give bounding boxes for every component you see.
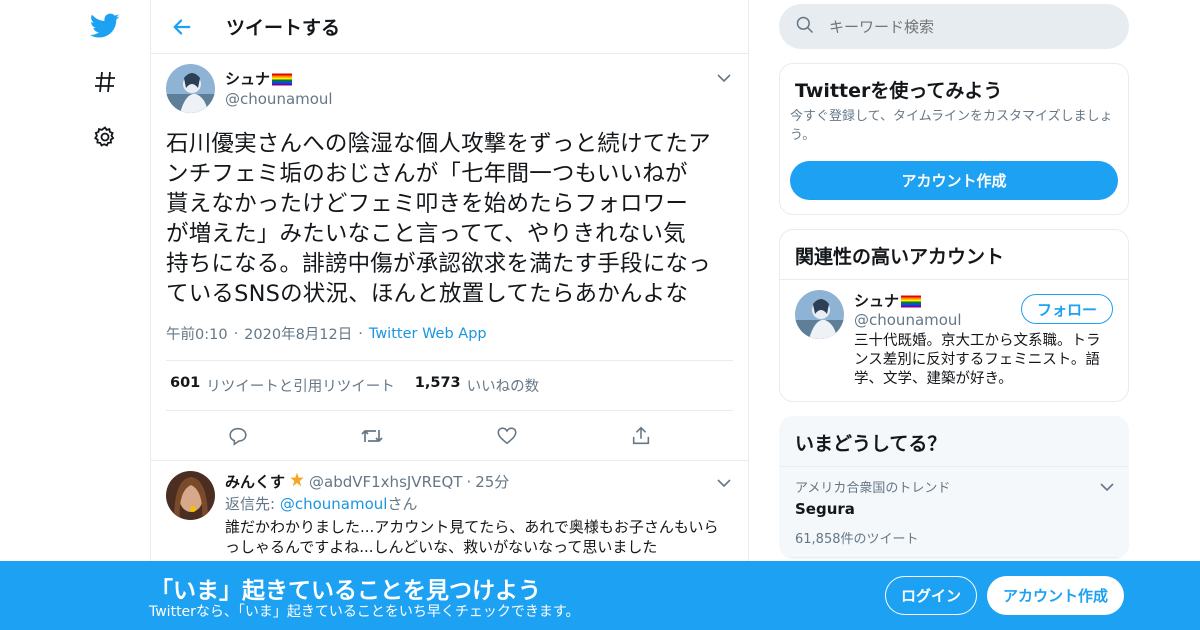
tweet-time[interactable]: 午前0:10 [166, 323, 228, 344]
reply-time[interactable]: 25分 [475, 471, 509, 492]
like-heart-icon[interactable] [490, 419, 524, 453]
related-accounts-title: 関連性の高いアカウント [780, 230, 1128, 280]
tweet-source[interactable]: Twitter Web App [369, 326, 487, 342]
trends-card: いまどうしてる？ アメリカ合衆国のトレンド Segura 61,858件のツイー… [779, 416, 1129, 559]
retweet-stat[interactable]: 601 リツイートと引用リツイート [170, 375, 395, 396]
reply-to-suffix: さん [387, 495, 418, 513]
like-label: いいねの数 [466, 379, 540, 395]
related-account-name: シュナ [854, 292, 900, 310]
related-account[interactable]: シュナ @chounamoul フォロー 三十代既婚。京大工から文系職。トランス… [780, 280, 1128, 401]
hashtag-icon[interactable] [85, 62, 125, 102]
page-header: ツイートする [151, 0, 748, 54]
reply-icon[interactable] [221, 419, 255, 453]
reply-tweet[interactable]: みんくす @abdVF1xhsJVREQT · 25分 返信先: @chouna… [151, 461, 748, 567]
signup-banner: 「いま」起きていることを見つけよう Twitterなら、「いま」起きていることを… [0, 561, 1200, 630]
related-account-name-row[interactable]: シュナ [854, 290, 962, 311]
reply-to-line: 返信先: @chounamoulさん [225, 493, 733, 514]
trend-context: アメリカ合衆国のトレンド [795, 481, 951, 496]
trend-count: 61,858件のツイート [795, 532, 919, 547]
create-account-button[interactable]: アカウント作成 [790, 161, 1118, 200]
avatar[interactable] [166, 471, 215, 520]
tweet-actions [151, 411, 748, 461]
reply-author-name[interactable]: みんくす [225, 471, 285, 492]
signup-card-desc: 今すぐ登録して、タイムラインをカスタマイズしましょう。 [790, 109, 1113, 143]
tweet-author-name[interactable]: シュナ [225, 68, 333, 89]
related-account-handle[interactable]: @chounamoul [854, 311, 962, 329]
trends-title: いまどうしてる？ [780, 417, 1128, 467]
reply-author-handle[interactable]: @abdVF1xhsJVREQT [309, 473, 462, 491]
reply-to-prefix: 返信先: [225, 495, 280, 513]
reply-header: みんくす @abdVF1xhsJVREQT · 25分 [225, 471, 733, 492]
tweet-stats: 601 リツイートと引用リツイート 1,573 いいねの数 [166, 360, 733, 411]
reply-text: 誰だかわかりました...アカウント見てたら、あれで奥様もお子さんもいらっしゃるん… [225, 518, 719, 556]
gear-icon[interactable] [85, 117, 125, 157]
retweet-count: 601 [170, 375, 201, 391]
back-arrow-icon[interactable] [162, 7, 202, 47]
avatar[interactable] [795, 290, 844, 339]
trend-name: Segura [795, 500, 855, 518]
author-handle[interactable]: @chounamoul [225, 90, 333, 108]
share-icon[interactable] [624, 419, 658, 453]
tweet-author: シュナ @chounamoul [166, 64, 733, 120]
chevron-down-icon[interactable] [714, 473, 734, 493]
retweet-icon[interactable] [355, 419, 389, 453]
tweet-text: 石川優実さんへの陰湿な個人攻撃をずっと続けてたア ンチフェミ垢のおじさんが「七年… [166, 131, 711, 307]
like-stat[interactable]: 1,573 いいねの数 [415, 375, 539, 396]
banner-subtitle: Twitterなら、「いま」起きていることをいち早くチェックできます。 [149, 604, 580, 620]
reply-to-handle[interactable]: @chounamoul [280, 495, 388, 513]
related-account-bio: 三十代既婚。京大工から文系職。トランス差別に反対するフェミニスト。語学、文学、建… [854, 333, 1101, 387]
tweet-date[interactable]: 2020年8月12日 [244, 323, 352, 344]
main-tweet: シュナ @chounamoul 石川優実さんへの陰湿な個人攻撃をずっと続けてたア… [151, 54, 748, 461]
meta-separator: · [358, 325, 363, 342]
signup-card-title: Twitterを使ってみよう [795, 80, 1003, 102]
retweet-label: リツイートと引用リツイート [206, 379, 395, 395]
banner-create-account-button[interactable]: アカウント作成 [987, 576, 1124, 615]
chevron-down-icon[interactable] [1100, 477, 1114, 496]
banner-title: 「いま」起きていることを見つけよう [150, 578, 541, 604]
star-badge-icon [289, 472, 305, 492]
login-button[interactable]: ログイン [885, 576, 977, 615]
meta-separator: · [233, 325, 239, 342]
like-count: 1,573 [414, 375, 461, 391]
page-title: ツイートする [226, 17, 341, 39]
tweet-meta: 午前0:10 · 2020年8月12日 · Twitter Web App [166, 323, 733, 344]
author-name: シュナ [225, 70, 271, 88]
search-box[interactable] [779, 4, 1129, 49]
rainbow-flag-icon [901, 294, 922, 308]
chevron-down-icon[interactable] [714, 68, 734, 88]
right-sidebar: Twitterを使ってみよう 今すぐ登録して、タイムラインをカスタマイズしましょ… [779, 0, 1129, 559]
meta-separator: · [466, 472, 472, 491]
related-accounts-card: 関連性の高いアカウント シュナ @chounamoul フォロー 三十代既婚。京… [779, 229, 1129, 402]
signup-card: Twitterを使ってみよう 今すぐ登録して、タイムラインをカスタマイズしましょ… [779, 63, 1129, 215]
search-input[interactable] [829, 17, 1109, 36]
follow-button[interactable]: フォロー [1021, 294, 1113, 324]
search-icon [795, 15, 815, 39]
avatar[interactable] [166, 64, 215, 113]
rainbow-flag-icon [272, 72, 293, 86]
trend-item[interactable]: アメリカ合衆国のトレンド Segura 61,858件のツイート [780, 467, 1128, 558]
twitter-bird-icon[interactable] [85, 6, 125, 46]
main-column: ツイートする シュナ @chounamoul 石川優実さんへの陰湿な個人攻撃をず… [150, 0, 749, 630]
